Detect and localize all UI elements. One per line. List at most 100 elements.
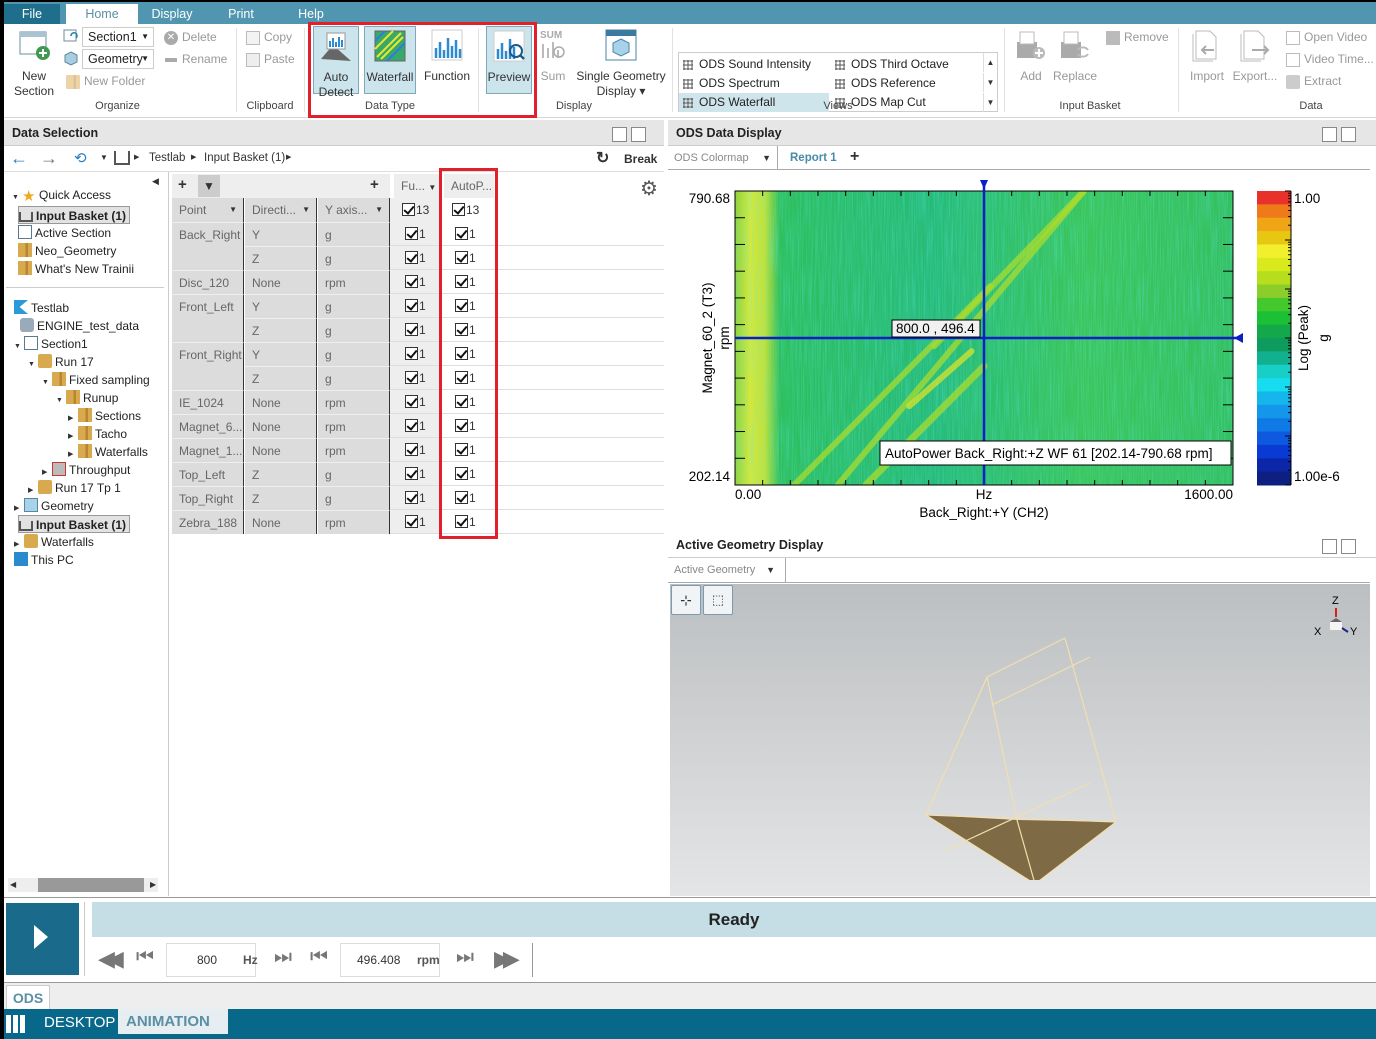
table-row[interactable]: Front_Left Yg 1 1 xyxy=(172,294,664,318)
check-cell[interactable]: 1 xyxy=(390,294,440,318)
scroll-left-icon[interactable]: ◀ xyxy=(10,878,16,892)
tree-item[interactable]: ▼ Section1 xyxy=(14,335,88,353)
tab-display[interactable]: Display xyxy=(142,4,202,26)
checkbox-checked-icon[interactable] xyxy=(405,275,418,288)
check-cell[interactable]: 1 xyxy=(390,246,440,270)
tree-item[interactable]: Input Basket (1) xyxy=(18,515,131,533)
preview-button[interactable]: Preview xyxy=(486,26,532,94)
checkbox-checked-icon[interactable] xyxy=(455,515,468,528)
breadcrumb-input-basket[interactable]: Input Basket (1) xyxy=(204,152,285,164)
tree-item[interactable]: ▼ ★ Quick Access xyxy=(12,186,111,204)
table-row[interactable]: Top_Right Zg 1 1 xyxy=(172,486,664,510)
checkbox-checked-icon[interactable] xyxy=(405,467,418,480)
table-row[interactable]: Magnet_6... None rpm 1 1 xyxy=(172,414,664,438)
checkbox-checked-icon[interactable] xyxy=(455,371,468,384)
history-dropdown-icon[interactable]: ▼ xyxy=(100,153,108,162)
check-cell[interactable]: 1 xyxy=(440,222,490,246)
tab-home[interactable]: Home xyxy=(66,4,138,26)
check-cell[interactable]: 1 xyxy=(390,390,440,414)
function-button[interactable]: Function xyxy=(420,26,474,94)
apps-grid-icon[interactable] xyxy=(6,1015,26,1033)
sum-button[interactable]: SUM Sum xyxy=(537,26,569,84)
fast-rewind-icon[interactable]: ◀◀ xyxy=(98,946,124,972)
tree-item[interactable]: Input Basket (1) xyxy=(18,206,131,224)
export-button[interactable]: Export... xyxy=(1232,26,1278,84)
maximize-icon[interactable] xyxy=(631,127,646,142)
panel-window-buttons[interactable] xyxy=(608,125,648,142)
scroll-down-icon[interactable]: ▼ xyxy=(983,73,997,92)
checkbox-checked-icon[interactable] xyxy=(405,299,418,312)
checkbox-checked-icon[interactable] xyxy=(405,347,418,360)
tab-report-1[interactable]: Report 1 xyxy=(790,146,837,170)
checkbox-checked-icon[interactable] xyxy=(455,251,468,264)
back-arrow-icon[interactable]: ← xyxy=(10,148,28,169)
check-cell[interactable]: 1 xyxy=(440,342,490,366)
frequency-field[interactable]: 800 Hz xyxy=(166,943,258,977)
refresh-icon[interactable]: ↻ xyxy=(596,148,609,168)
fast-forward-icon[interactable]: ▶▶ xyxy=(494,946,520,972)
view-ods-sound-intensity[interactable]: ODS Sound Intensity xyxy=(679,55,829,74)
checkbox-checked-icon[interactable] xyxy=(455,395,468,408)
skip-back-rpm-icon[interactable]: ⏮ xyxy=(310,946,328,969)
tree-item[interactable]: ENGINE_test_data xyxy=(20,317,139,335)
new-folder-button[interactable]: New Folder xyxy=(66,71,145,91)
auto-detect-button[interactable]: Auto Detect xyxy=(313,26,359,99)
cursor-handle-icon[interactable] xyxy=(1234,333,1243,344)
skip-back-frequency-icon[interactable]: ⏮ xyxy=(136,946,154,969)
history-icon[interactable]: ⟲ xyxy=(74,149,87,167)
video-time-button[interactable]: Video Time... xyxy=(1286,49,1374,69)
checkbox-checked-icon[interactable] xyxy=(455,419,468,432)
new-section-button[interactable]: New Section xyxy=(10,26,58,99)
horizontal-scrollbar[interactable]: ◀ ▶ xyxy=(8,878,158,892)
delete-button[interactable]: ✕ Delete xyxy=(164,27,217,47)
remove-button[interactable]: Remove xyxy=(1106,27,1169,47)
checkbox-checked-icon[interactable] xyxy=(405,419,418,432)
play-button[interactable] xyxy=(6,903,79,975)
table-row[interactable]: Zebra_188 None rpm 1 1 xyxy=(172,510,664,534)
check-cell[interactable]: 1 xyxy=(390,318,440,342)
rpm-field[interactable]: 496.408 rpm xyxy=(340,943,440,977)
table-row[interactable]: Zg 1 1 xyxy=(172,366,664,390)
view-ods-reference[interactable]: ODS Reference xyxy=(831,74,981,93)
check-cell[interactable]: 1 xyxy=(440,294,490,318)
rename-button[interactable]: Rename xyxy=(164,49,227,69)
filter-icon[interactable]: ▼ xyxy=(198,175,220,197)
checkbox-checked-icon[interactable] xyxy=(405,491,418,504)
cursor-handle-icon[interactable] xyxy=(980,180,988,189)
tab-print[interactable]: Print xyxy=(216,4,266,26)
view-ods-spectrum[interactable]: ODS Spectrum xyxy=(679,74,829,93)
geometry-combo[interactable]: Active Geometry ▼ xyxy=(668,558,786,583)
check-cell[interactable]: 1 xyxy=(440,270,490,294)
tree-item[interactable]: ▶ Throughput xyxy=(42,461,130,479)
copy-button[interactable]: Copy xyxy=(246,27,292,47)
checkbox-checked-icon[interactable] xyxy=(455,275,468,288)
table-row[interactable]: Zg 1 1 xyxy=(172,318,664,342)
check-cell[interactable]: 1 xyxy=(440,510,490,534)
tree-item[interactable]: ▶ Waterfalls xyxy=(68,443,148,461)
collapse-pane-icon[interactable]: ◀ xyxy=(152,176,159,187)
table-row[interactable]: Back_Right Yg 1 1 xyxy=(172,222,664,246)
tree-item[interactable]: ▶ Waterfalls xyxy=(14,533,94,551)
collapse-icon[interactable]: ▼ xyxy=(28,356,38,374)
forward-arrow-icon[interactable]: → xyxy=(40,148,58,169)
maximize-icon[interactable] xyxy=(1341,539,1356,554)
checkbox-checked-icon[interactable] xyxy=(455,443,468,456)
dock-icon[interactable] xyxy=(1322,127,1337,142)
chevron-down-icon[interactable]: ▼ xyxy=(375,198,383,222)
table-row[interactable]: IE_1024 None rpm 1 1 xyxy=(172,390,664,414)
add-row-icon[interactable]: + xyxy=(370,176,379,193)
tab-ods[interactable]: ODS xyxy=(6,985,50,1010)
checkbox-checked-icon[interactable] xyxy=(405,443,418,456)
column-header[interactable]: Y axis... ▼ xyxy=(318,198,390,222)
chevron-down-icon[interactable]: ▼ xyxy=(229,198,237,222)
checkbox-checked-icon[interactable] xyxy=(455,227,468,240)
checkbox-checked-icon[interactable] xyxy=(455,491,468,504)
column-header[interactable]: Directi... ▼ xyxy=(245,198,317,222)
section-combo[interactable]: Section1 ▼ xyxy=(82,27,154,47)
check-cell[interactable]: 1 xyxy=(390,270,440,294)
collapse-icon[interactable]: ▼ xyxy=(12,189,22,207)
check-cell[interactable]: 1 xyxy=(390,414,440,438)
tree-item[interactable]: Testlab xyxy=(14,299,69,317)
checkbox-checked-icon[interactable] xyxy=(455,467,468,480)
check-cell[interactable]: 1 xyxy=(440,414,490,438)
